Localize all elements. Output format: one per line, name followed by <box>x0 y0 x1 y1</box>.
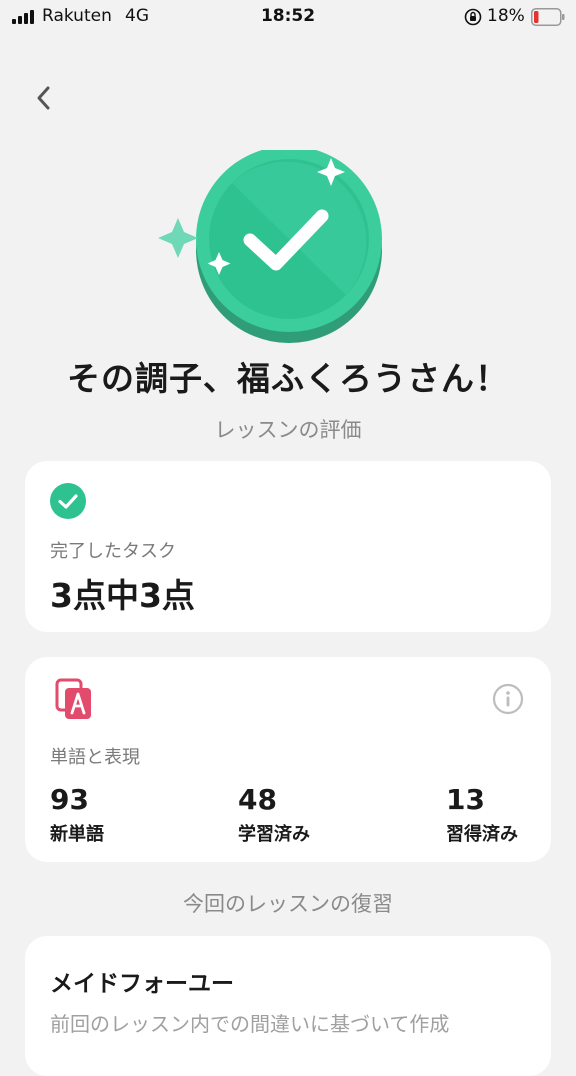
info-icon[interactable] <box>492 683 524 715</box>
completed-tasks-card: 完了したタスク 3点中3点 <box>25 461 551 632</box>
battery-low-icon <box>531 8 565 26</box>
status-bar: Rakuten 4G 18:52 18% <box>0 0 576 34</box>
stat-new-words: 93 新単語 <box>50 783 104 846</box>
page-title: その調子、福ふくろうさん！ <box>67 359 509 398</box>
lesson-rating-subtitle: レッスンの評価 <box>214 418 362 442</box>
vocabulary-cards-icon <box>55 678 91 719</box>
check-circle-icon <box>50 483 86 519</box>
checkmark-coin-icon <box>158 150 382 343</box>
stat-value: 13 <box>446 783 485 816</box>
stat-value: 93 <box>50 783 89 816</box>
review-card-description: 前回のレッスン内での間違いに基づいて作成 <box>50 1012 450 1036</box>
orientation-lock-icon <box>464 8 482 26</box>
stat-label: 習得済み <box>446 824 518 845</box>
vocabulary-card: 単語と表現 93 新単語 48 学習済み 13 習得済み <box>25 657 551 862</box>
stat-label: 新単語 <box>50 824 104 845</box>
chevron-left-icon <box>37 86 50 110</box>
made-for-you-card[interactable]: メイドフォーユー 前回のレッスン内での間違いに基づいて作成 <box>25 936 551 1076</box>
stat-learned: 48 学習済み <box>238 783 310 846</box>
stat-mastered: 13 習得済み <box>446 783 518 846</box>
vocabulary-label: 単語と表現 <box>50 747 140 768</box>
stat-value: 48 <box>238 783 277 816</box>
completed-tasks-value: 3点中3点 <box>50 576 195 615</box>
back-button[interactable] <box>28 80 60 116</box>
review-card-title: メイドフォーユー <box>50 971 234 997</box>
review-section-heading: 今回のレッスンの復習 <box>183 892 393 916</box>
battery-percent: 18% <box>487 6 525 26</box>
completed-tasks-label: 完了したタスク <box>50 541 176 562</box>
stat-label: 学習済み <box>238 824 310 845</box>
